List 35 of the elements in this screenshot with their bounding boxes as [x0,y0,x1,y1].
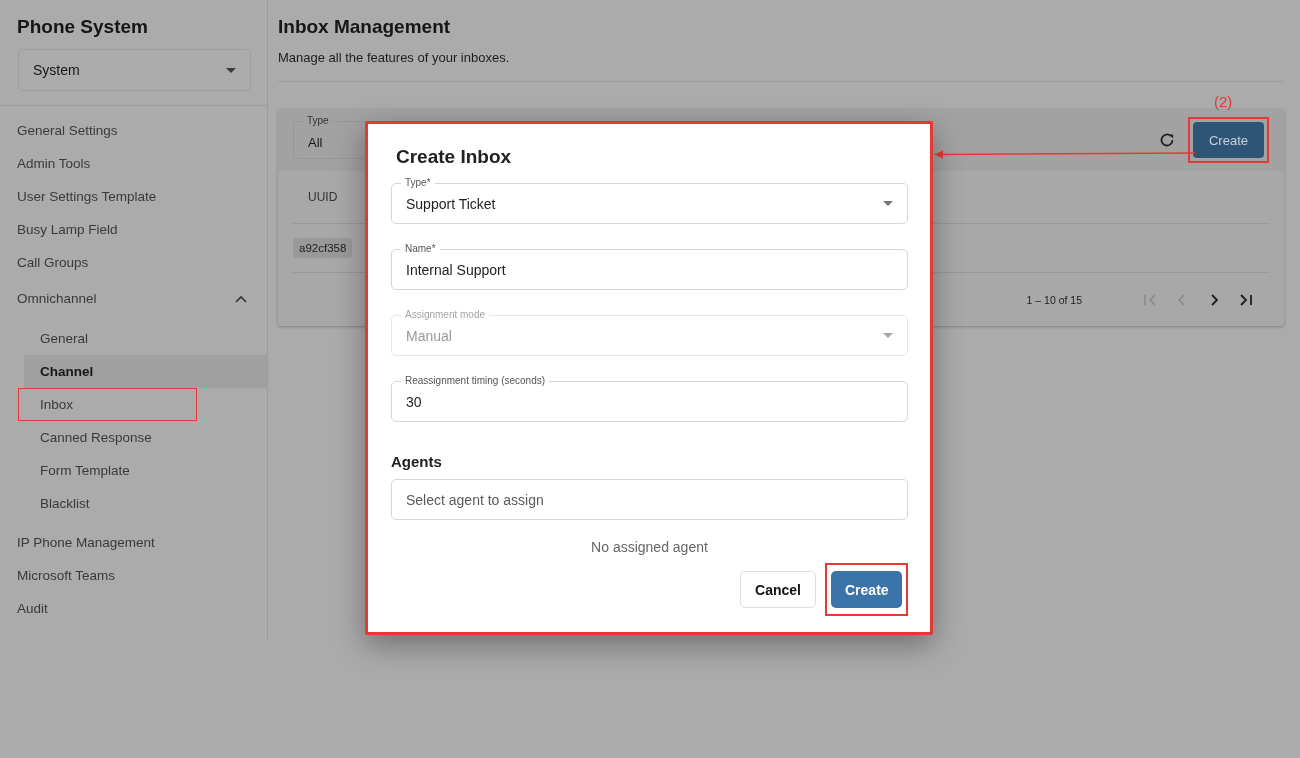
column-header: UUID [308,190,338,204]
sidebar-group[interactable]: Omnichannel [0,279,267,318]
sidebar-item[interactable]: IP Phone Management [0,526,267,559]
empty-agents-text: No assigned agent [590,539,709,555]
create-button[interactable]: Create [1193,122,1264,158]
create-button[interactable]: Create [831,571,902,608]
sidebar-item[interactable]: Audit [0,592,267,625]
refresh-icon[interactable] [1158,131,1176,149]
sidebar-item[interactable]: Microsoft Teams [0,559,267,592]
sidebar-item[interactable]: General Settings [0,114,267,147]
dropdown-arrow-icon [883,201,893,206]
sidebar-item[interactable]: Canned Response [24,421,267,454]
system-select[interactable]: System [18,49,251,91]
uuid-chip: a92cf358 [293,238,353,258]
sidebar-item[interactable]: Channel [24,355,267,388]
sidebar-item[interactable]: Blacklist [24,487,267,520]
sidebar-item[interactable]: Call Groups [0,246,267,279]
sidebar-item[interactable]: Admin Tools [0,147,267,180]
dropdown-arrow-icon [226,67,236,73]
page-title: Inbox Management [278,16,452,38]
sidebar-title: Phone System [17,16,149,38]
step-label: (2) [1214,93,1233,110]
pagination-range: 1 – 10 of 15 [1026,293,1082,306]
agents-heading: Agents [391,453,443,470]
sidebar-item[interactable]: Busy Lamp Field [0,213,267,246]
agent-select-field[interactable]: Select agent to assign [391,479,908,520]
chevron-up-icon [235,294,247,303]
cancel-button[interactable]: Cancel [740,571,816,608]
sidebar-item[interactable]: General [24,322,267,355]
dropdown-arrow-icon [883,333,893,338]
sidebar-item[interactable]: Form Template [24,454,267,487]
last-page-button[interactable] [1238,291,1254,308]
page-subtitle: Manage all the features of your inboxes. [278,50,511,65]
sidebar-item[interactable]: User Settings Template [0,180,267,213]
sidebar-item[interactable]: Inbox [18,388,197,421]
